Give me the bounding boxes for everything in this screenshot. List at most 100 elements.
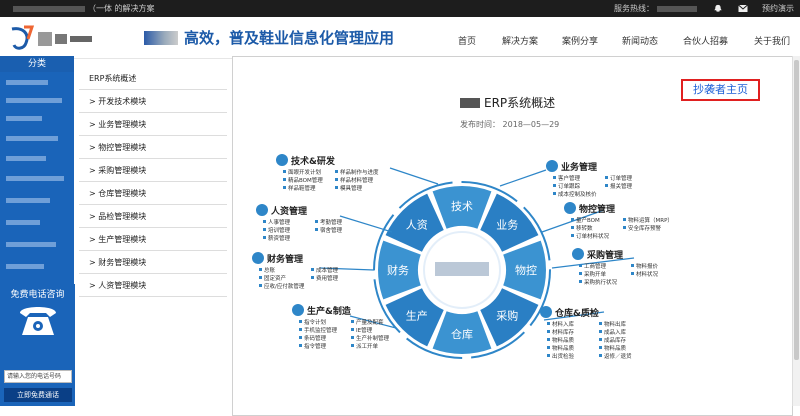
menu-item-finance[interactable]: > 财务管理模块 <box>79 251 227 274</box>
module-block: 采购管理工商管理 物料报价采购开单 材料状况采购执行状况 <box>572 248 659 286</box>
module-item: 物料品质 <box>604 344 627 352</box>
module-icon <box>252 252 264 264</box>
module-item: 条码管理 <box>304 334 327 342</box>
module-item: 生产补制管理 <box>356 334 390 342</box>
menu-item-business[interactable]: > 业务管理模块 <box>79 113 227 136</box>
menu-item-erp-overview[interactable]: ERP系统概述 <box>79 67 227 90</box>
ring-label: 业务 <box>496 219 518 232</box>
module-block: 生产&制造指令计划 产量及配套手机监控管理 IE管理条码管理 生产补制管理指令管理 派工… <box>292 304 390 350</box>
category-header: 分类 <box>0 56 74 72</box>
module-bullet <box>571 218 574 221</box>
category-panel <box>0 72 74 284</box>
call-now-button[interactable]: 立即免费通话 <box>4 388 72 402</box>
module-icon <box>276 154 288 166</box>
module-block: 人资管理人事管理 考勤管理培训管理 宿舍管理薪资管理 <box>256 204 343 242</box>
module-item: 采购执行状况 <box>584 278 618 286</box>
module-item: 人事管理 <box>268 218 291 226</box>
module-block: 仓库&质检材料入库 物料出库材料库存 成品入库物料品质 成品库存物料品质 物料品质出货检… <box>540 306 632 360</box>
module-title: 人资管理 <box>270 205 307 217</box>
module-bullet <box>599 346 602 349</box>
module-bullet <box>547 346 550 349</box>
phone-consult-panel: 免费电话咨询 请输入您的电话号码 立即免费通话 <box>0 284 75 406</box>
module-item: 材料状况 <box>636 270 659 278</box>
module-icon <box>256 204 268 216</box>
nav-cases[interactable]: 案例分享 <box>562 34 598 47</box>
page-scrollbar[interactable] <box>792 56 800 406</box>
module-bullet <box>335 186 338 189</box>
mail-icon[interactable] <box>738 4 748 13</box>
ring-label: 仓库 <box>451 327 473 341</box>
module-bullet <box>571 234 574 237</box>
module-item: 物料运算（MRP） <box>628 216 673 224</box>
module-icon <box>564 202 576 214</box>
module-item: 产量及配套 <box>356 318 384 326</box>
module-title: 生产&制造 <box>307 305 352 317</box>
module-bullet <box>259 276 262 279</box>
nav-about[interactable]: 关于我们 <box>754 34 790 47</box>
module-item: 订单管理 <box>610 174 633 182</box>
telephone-icon <box>20 307 56 335</box>
module-bullet <box>599 330 602 333</box>
module-item: 费用管理 <box>316 274 339 282</box>
module-bullet <box>311 276 314 279</box>
menu-item-purchase[interactable]: > 采购管理模块 <box>79 159 227 182</box>
module-item: 总账 <box>264 266 276 274</box>
module-bullet <box>547 338 550 341</box>
module-bullet <box>259 268 262 271</box>
module-item: 指令计划 <box>304 318 326 326</box>
menu-item-quality[interactable]: > 品检管理模块 <box>79 205 227 228</box>
module-title: 技术&研发 <box>291 155 336 167</box>
module-item: 报关管理 <box>610 182 633 190</box>
module-block: 物控管理量产BOM 物料运算（MRP） 移转数 安全库存预警订单材料状况 <box>564 202 673 240</box>
module-bullet <box>579 280 582 283</box>
module-bullet <box>283 186 286 189</box>
module-icon <box>546 160 558 172</box>
nav-solutions[interactable]: 解决方案 <box>502 34 538 47</box>
menu-item-material[interactable]: > 物控管理模块 <box>79 136 227 159</box>
phone-number-input[interactable]: 请输入您的电话号码 <box>4 370 72 383</box>
site-header: 高效，普及鞋业信息化管理应用 首页 解决方案 案例分享 新闻动态 合伙人招募 关… <box>0 17 800 59</box>
nav-news[interactable]: 新闻动态 <box>622 34 658 47</box>
module-bullet <box>631 272 634 275</box>
module-item: 量产BOM <box>576 216 600 224</box>
scrollbar-thumb[interactable] <box>794 60 799 360</box>
menu-item-hr[interactable]: > 人资管理模块 <box>79 274 227 297</box>
module-bullet <box>553 184 556 187</box>
ring-label: 技术 <box>451 200 473 213</box>
module-bullet <box>547 354 550 357</box>
qq-icon[interactable] <box>713 4 723 13</box>
module-item: 物料品质 <box>552 344 575 352</box>
module-item: 材料入库 <box>552 320 575 328</box>
module-item: 成本控制及核价 <box>558 190 597 198</box>
module-bullet <box>351 344 354 347</box>
module-item: 返修／退货 <box>604 352 632 360</box>
module-title: 业务管理 <box>561 161 597 173</box>
module-item: 移转数 <box>576 224 593 232</box>
hotline: 服务热线： <box>614 0 697 17</box>
ring-label: 财务 <box>387 263 409 277</box>
module-title: 物控管理 <box>579 203 615 215</box>
menu-item-tech[interactable]: > 开发技术模块 <box>79 90 227 113</box>
watermark-stamp: 抄袭者主页 <box>681 79 760 101</box>
module-item: 客户管理 <box>558 174 581 182</box>
connector-business <box>499 169 547 187</box>
module-bullet <box>351 320 354 323</box>
module-item: 物料报价 <box>636 262 659 270</box>
module-bullet <box>605 184 608 187</box>
article-date: 发布时间： 2018—05—29 <box>460 120 560 129</box>
module-bullet <box>351 336 354 339</box>
module-bullet <box>283 170 286 173</box>
demo-link[interactable]: 预约演示 <box>762 0 794 17</box>
nav-partners[interactable]: 合伙人招募 <box>683 34 728 47</box>
nav-home[interactable]: 首页 <box>458 34 476 47</box>
module-bullet <box>605 176 608 179</box>
module-bullet <box>351 328 354 331</box>
menu-item-warehouse[interactable]: > 仓库管理模块 <box>79 182 227 205</box>
module-item: 成品入库 <box>604 328 627 336</box>
module-item: 成本管理 <box>316 266 339 274</box>
menu-item-production[interactable]: > 生产管理模块 <box>79 228 227 251</box>
company-logo[interactable] <box>8 23 104 55</box>
module-title: 财务管理 <box>266 253 303 265</box>
module-bullet <box>599 354 602 357</box>
module-bullet <box>263 220 266 223</box>
